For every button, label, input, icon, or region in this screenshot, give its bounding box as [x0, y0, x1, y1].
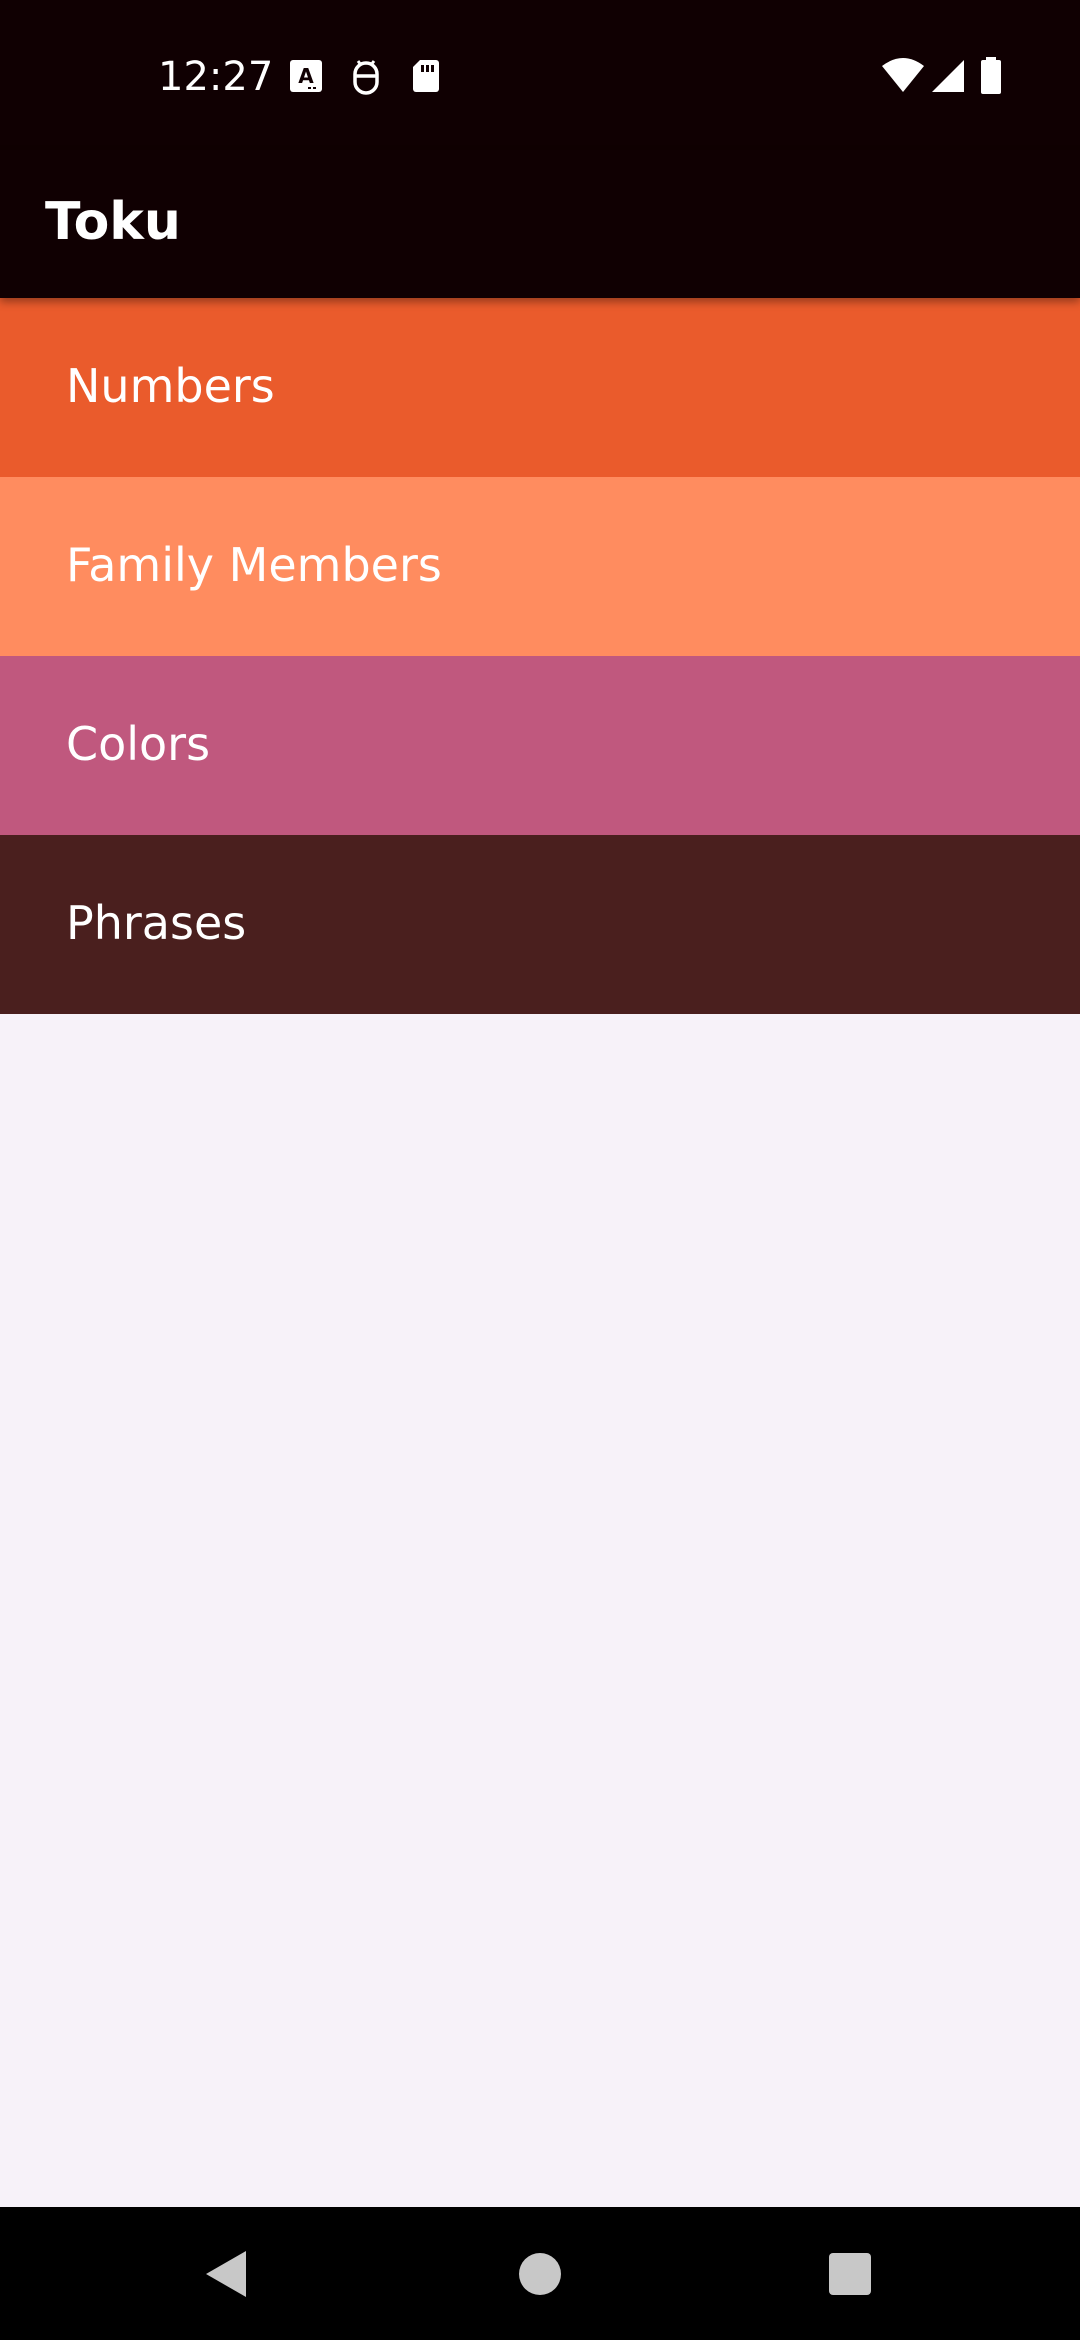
category-phrases[interactable]: Phrases — [0, 835, 1080, 1014]
recents-icon[interactable] — [815, 2239, 885, 2309]
status-time: 12:27 — [158, 54, 274, 100]
back-icon[interactable] — [192, 2239, 262, 2309]
svg-text:A: A — [298, 64, 314, 88]
cellular-signal-icon — [928, 56, 968, 96]
category-family-members[interactable]: Family Members — [0, 477, 1080, 656]
category-label: Colors — [66, 717, 211, 771]
app-bar: Toku — [0, 150, 1080, 298]
category-label: Phrases — [66, 896, 247, 950]
category-list: Numbers Family Members Colors Phrases — [0, 298, 1080, 1014]
category-numbers[interactable]: Numbers — [0, 298, 1080, 477]
status-bar: 12:27 A — [0, 0, 1080, 150]
home-icon[interactable] — [505, 2239, 575, 2309]
sd-card-icon — [406, 56, 446, 96]
wifi-icon — [880, 56, 926, 96]
category-colors[interactable]: Colors — [0, 656, 1080, 835]
navigation-bar — [0, 2207, 1080, 2340]
android-debug-icon — [346, 56, 386, 96]
battery-icon — [978, 56, 1004, 96]
app-title: Toku — [45, 192, 181, 252]
category-label: Family Members — [66, 538, 442, 592]
category-label: Numbers — [66, 359, 275, 413]
keyboard-a-icon: A — [286, 56, 326, 96]
